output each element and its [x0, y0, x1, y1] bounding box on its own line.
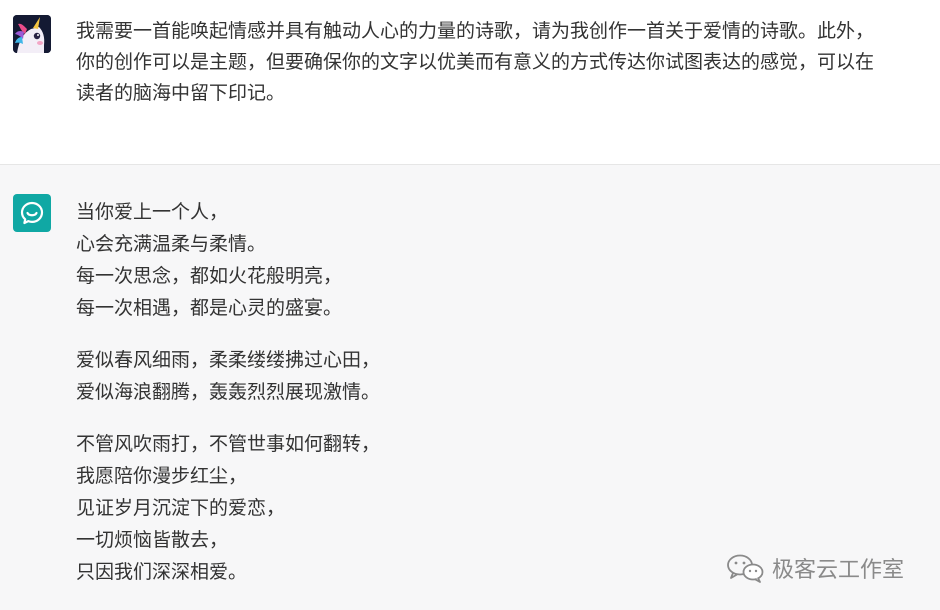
- assistant-poem: 当你爱上一个人， 心会充满温柔与柔情。 每一次思念，都如火花般明亮， 每一次相遇…: [76, 196, 836, 588]
- user-message-line: 你的创作可以是主题，但要确保你的文字以优美而有意义的方式传达你试图表达的感觉，可…: [76, 51, 875, 73]
- poem-line: 当你爱上一个人，: [76, 201, 229, 223]
- poem-line: 见证岁月沉淀下的爱恋，: [76, 497, 286, 519]
- user-message: 我需要一首能唤起情感并具有触动人心的力量的诗歌，请为我创作一首关于爱情的诗歌。此…: [0, 0, 940, 165]
- poem-stanza: 不管风吹雨打，不管世事如何翻转， 我愿陪你漫步红尘， 见证岁月沉淀下的爱恋， 一…: [76, 428, 836, 588]
- user-message-line: 我需要一首能唤起情感并具有触动人心的力量的诗歌，请为我创作一首关于爱情的诗歌。此…: [76, 20, 875, 42]
- wechat-icon: [727, 554, 764, 583]
- watermark-text: 极客云工作室: [772, 558, 905, 583]
- chat-conversation: 我需要一首能唤起情感并具有触动人心的力量的诗歌，请为我创作一首关于爱情的诗歌。此…: [0, 0, 940, 610]
- poem-line: 每一次相遇，都是心灵的盛宴。: [76, 297, 343, 319]
- user-avatar: [13, 15, 51, 53]
- user-message-line: 读者的脑海中留下印记。: [76, 82, 286, 104]
- poem-line: 心会充满温柔与柔情。: [76, 233, 267, 255]
- poem-line: 我愿陪你漫步红尘，: [76, 465, 248, 487]
- poem-stanza: 爱似春风细雨，柔柔缕缕拂过心田， 爱似海浪翻腾，轰轰烈烈展现激情。: [76, 344, 836, 408]
- user-message-text: 我需要一首能唤起情感并具有触动人心的力量的诗歌，请为我创作一首关于爱情的诗歌。此…: [76, 16, 926, 109]
- poem-line: 每一次思念，都如火花般明亮，: [76, 265, 343, 287]
- unicorn-avatar-icon: [13, 15, 51, 53]
- watermark: 极客云工作室: [726, 552, 904, 584]
- poem-line: 不管风吹雨打，不管世事如何翻转，: [76, 433, 381, 455]
- assistant-avatar: [13, 194, 51, 232]
- poem-line: 一切烦恼皆散去，: [76, 529, 229, 551]
- assistant-logo-icon: [20, 201, 44, 225]
- poem-line: 只因我们深深相爱。: [76, 561, 248, 583]
- poem-stanza: 当你爱上一个人， 心会充满温柔与柔情。 每一次思念，都如火花般明亮， 每一次相遇…: [76, 196, 836, 324]
- poem-line: 爱似海浪翻腾，轰轰烈烈展现激情。: [76, 381, 381, 403]
- poem-line: 爱似春风细雨，柔柔缕缕拂过心田，: [76, 349, 381, 371]
